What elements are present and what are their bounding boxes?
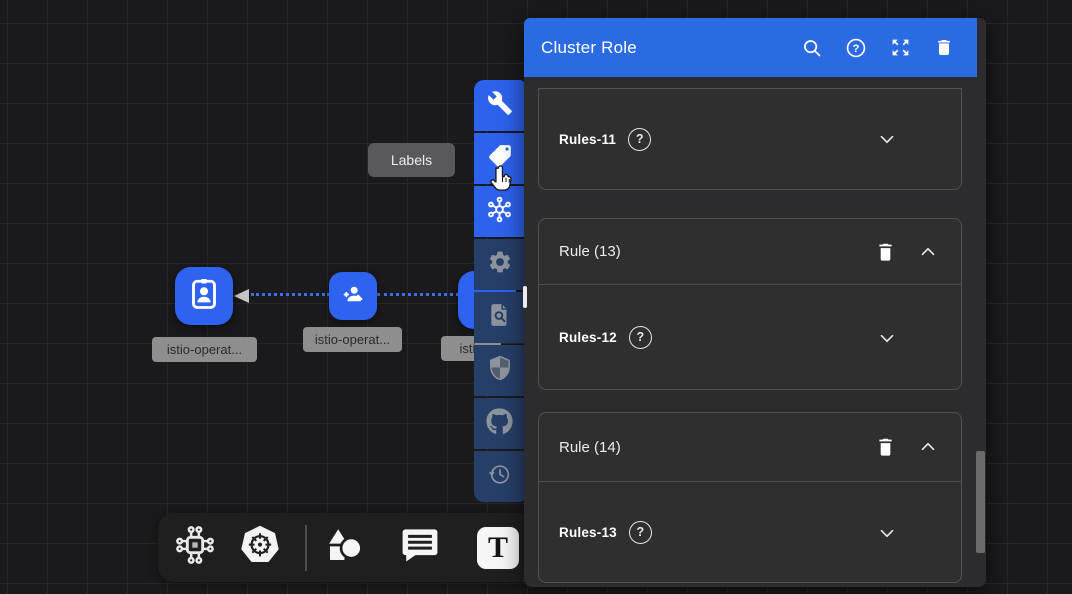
rule-card: Rule (13) Rules-12 ? xyxy=(538,218,962,390)
rules-label: Rules-11 xyxy=(559,132,616,147)
history-icon xyxy=(487,462,512,492)
rules-label: Rules-12 xyxy=(559,330,617,345)
rule-card: Rules-11 ? xyxy=(538,88,962,190)
rules-row[interactable]: Rules-12 ? xyxy=(539,285,961,390)
text-tool-icon: T xyxy=(477,527,519,569)
node-label-text: istio-operat... xyxy=(167,342,242,357)
toolbar-divider xyxy=(305,525,307,571)
rule-title: Rule (13) xyxy=(559,243,621,260)
file-search-icon xyxy=(487,302,513,333)
service-account-icon xyxy=(339,280,367,313)
mesh-hub-icon xyxy=(486,196,513,228)
history-button[interactable] xyxy=(474,451,525,502)
wrench-icon xyxy=(487,90,513,121)
fullscreen-icon[interactable] xyxy=(889,37,911,59)
text-tool-button[interactable]: T xyxy=(475,525,521,571)
github-icon xyxy=(486,408,513,440)
circuit-icon xyxy=(172,522,218,573)
labels-tooltip: Labels xyxy=(368,143,455,177)
shield-icon xyxy=(487,355,513,386)
cluster-role-panel: Cluster Role ? Rules-11 ? xyxy=(524,18,986,587)
panel-resize-handle[interactable] xyxy=(523,286,527,308)
rule-card-header[interactable]: Rule (13) xyxy=(539,219,961,285)
labels-tool-button[interactable] xyxy=(474,133,525,184)
trash-icon[interactable] xyxy=(875,241,896,263)
side-toolbar xyxy=(474,80,525,502)
edge-line xyxy=(377,293,459,296)
file-search-button[interactable] xyxy=(474,292,525,343)
rule-card-actions xyxy=(875,241,939,263)
panel-scrollbar[interactable] xyxy=(976,451,985,553)
node-service-account[interactable] xyxy=(329,272,377,320)
edge-arrowhead xyxy=(234,289,249,303)
badge-icon xyxy=(186,276,222,317)
bottom-toolbar: T xyxy=(158,513,560,582)
panel-header-actions: ? xyxy=(801,18,955,77)
comment-icon xyxy=(398,523,442,572)
help-icon[interactable]: ? xyxy=(845,37,867,59)
node-cluster-role[interactable] xyxy=(175,267,233,325)
rule-title: Rule (14) xyxy=(559,439,621,456)
help-icon[interactable]: ? xyxy=(628,128,651,151)
help-icon[interactable]: ? xyxy=(629,521,652,544)
kubernetes-tool-button[interactable] xyxy=(237,525,283,571)
trash-icon[interactable] xyxy=(875,436,896,458)
chevron-down-icon[interactable] xyxy=(876,128,898,150)
search-icon[interactable] xyxy=(801,37,823,59)
labels-tooltip-text: Labels xyxy=(391,152,432,168)
wrench-tool-button[interactable] xyxy=(474,80,525,131)
shapes-tool-button[interactable] xyxy=(320,525,366,571)
rules-row[interactable]: Rules-11 ? xyxy=(539,89,961,189)
question-glyph: ? xyxy=(636,133,644,146)
panel-header: Cluster Role ? xyxy=(524,18,977,77)
github-button[interactable] xyxy=(474,398,525,449)
text-tool-glyph: T xyxy=(488,533,508,563)
rules-row[interactable]: Rules-13 ? xyxy=(539,482,961,583)
node-label: istio-operat... xyxy=(303,327,402,352)
label-tag-icon xyxy=(487,143,513,174)
chevron-down-icon[interactable] xyxy=(876,522,898,544)
chevron-down-icon[interactable] xyxy=(876,327,898,349)
help-icon[interactable]: ? xyxy=(629,326,652,349)
question-glyph: ? xyxy=(637,526,645,539)
circuit-tool-button[interactable] xyxy=(172,525,218,571)
rule-card-actions xyxy=(875,436,939,458)
shield-button[interactable] xyxy=(474,345,525,396)
settings-button[interactable] xyxy=(474,239,525,290)
comment-tool-button[interactable] xyxy=(397,525,443,571)
chevron-up-icon[interactable] xyxy=(917,241,939,263)
mesh-tool-button[interactable] xyxy=(474,186,525,237)
rule-card-header[interactable]: Rule (14) xyxy=(539,413,961,482)
kubernetes-icon xyxy=(238,523,282,572)
delete-panel-icon[interactable] xyxy=(933,37,955,59)
shapes-icon xyxy=(320,522,366,573)
rule-card: Rule (14) Rules-13 ? xyxy=(538,412,962,583)
chevron-up-icon[interactable] xyxy=(917,436,939,458)
svg-text:?: ? xyxy=(853,43,860,55)
panel-title: Cluster Role xyxy=(541,38,637,58)
rules-label: Rules-13 xyxy=(559,525,617,540)
gear-icon xyxy=(487,249,513,280)
edge-line xyxy=(251,293,330,296)
node-label-text: istio-operat... xyxy=(315,332,390,347)
question-glyph: ? xyxy=(637,331,645,344)
node-label: istio-operat... xyxy=(152,337,257,362)
